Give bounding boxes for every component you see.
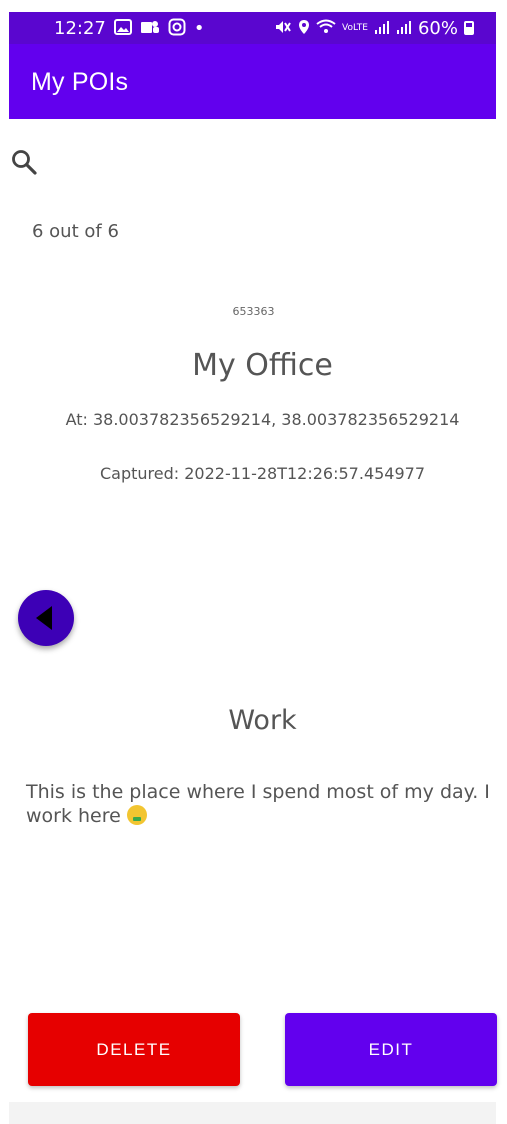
status-right: VoLTE 60% [274, 12, 474, 44]
status-time: 12:27 [54, 17, 106, 39]
previous-poi-button[interactable] [18, 590, 74, 646]
wifi-icon [316, 19, 336, 38]
app-title: My POIs [31, 68, 129, 96]
arrow-left-icon [36, 606, 52, 630]
status-dot: • [193, 17, 205, 39]
location-icon [298, 19, 310, 38]
teams-icon [140, 19, 160, 38]
volte-icon: VoLTE [342, 22, 368, 33]
app-bar: My POIs [9, 44, 496, 119]
bottom-strip [9, 1102, 496, 1124]
screen: 12:27 • VoLTE 60% My POIs 6 out of 6 653… [0, 0, 507, 1124]
search-button[interactable] [10, 148, 40, 178]
battery-percent: 60% [417, 17, 458, 39]
status-left: 12:27 • [54, 12, 205, 44]
status-bar: 12:27 • VoLTE 60% [9, 12, 496, 44]
poi-name: My Office [192, 348, 333, 383]
mute-icon [274, 19, 292, 38]
money-face-icon [126, 805, 147, 825]
poi-counter: 6 out of 6 [32, 221, 119, 242]
signal-icon [396, 19, 412, 38]
battery-icon [464, 21, 474, 35]
poi-captured: Captured: 2022-11-28T12:26:57.454977 [99, 464, 426, 483]
poi-coordinates: At: 38.003782356529214, 38.0037823565292… [65, 410, 460, 429]
poi-description: This is the place where I spend most of … [26, 780, 491, 828]
search-icon [12, 150, 37, 175]
poi-id: 653363 [232, 305, 275, 318]
gallery-icon [113, 18, 132, 38]
instagram-icon [168, 18, 186, 39]
delete-button[interactable]: DELETE [28, 1013, 240, 1086]
poi-category: Work [228, 705, 297, 736]
poi-description-text: This is the place where I spend most of … [26, 781, 490, 827]
edit-button[interactable]: EDIT [285, 1013, 497, 1086]
signal-icon [374, 19, 390, 38]
